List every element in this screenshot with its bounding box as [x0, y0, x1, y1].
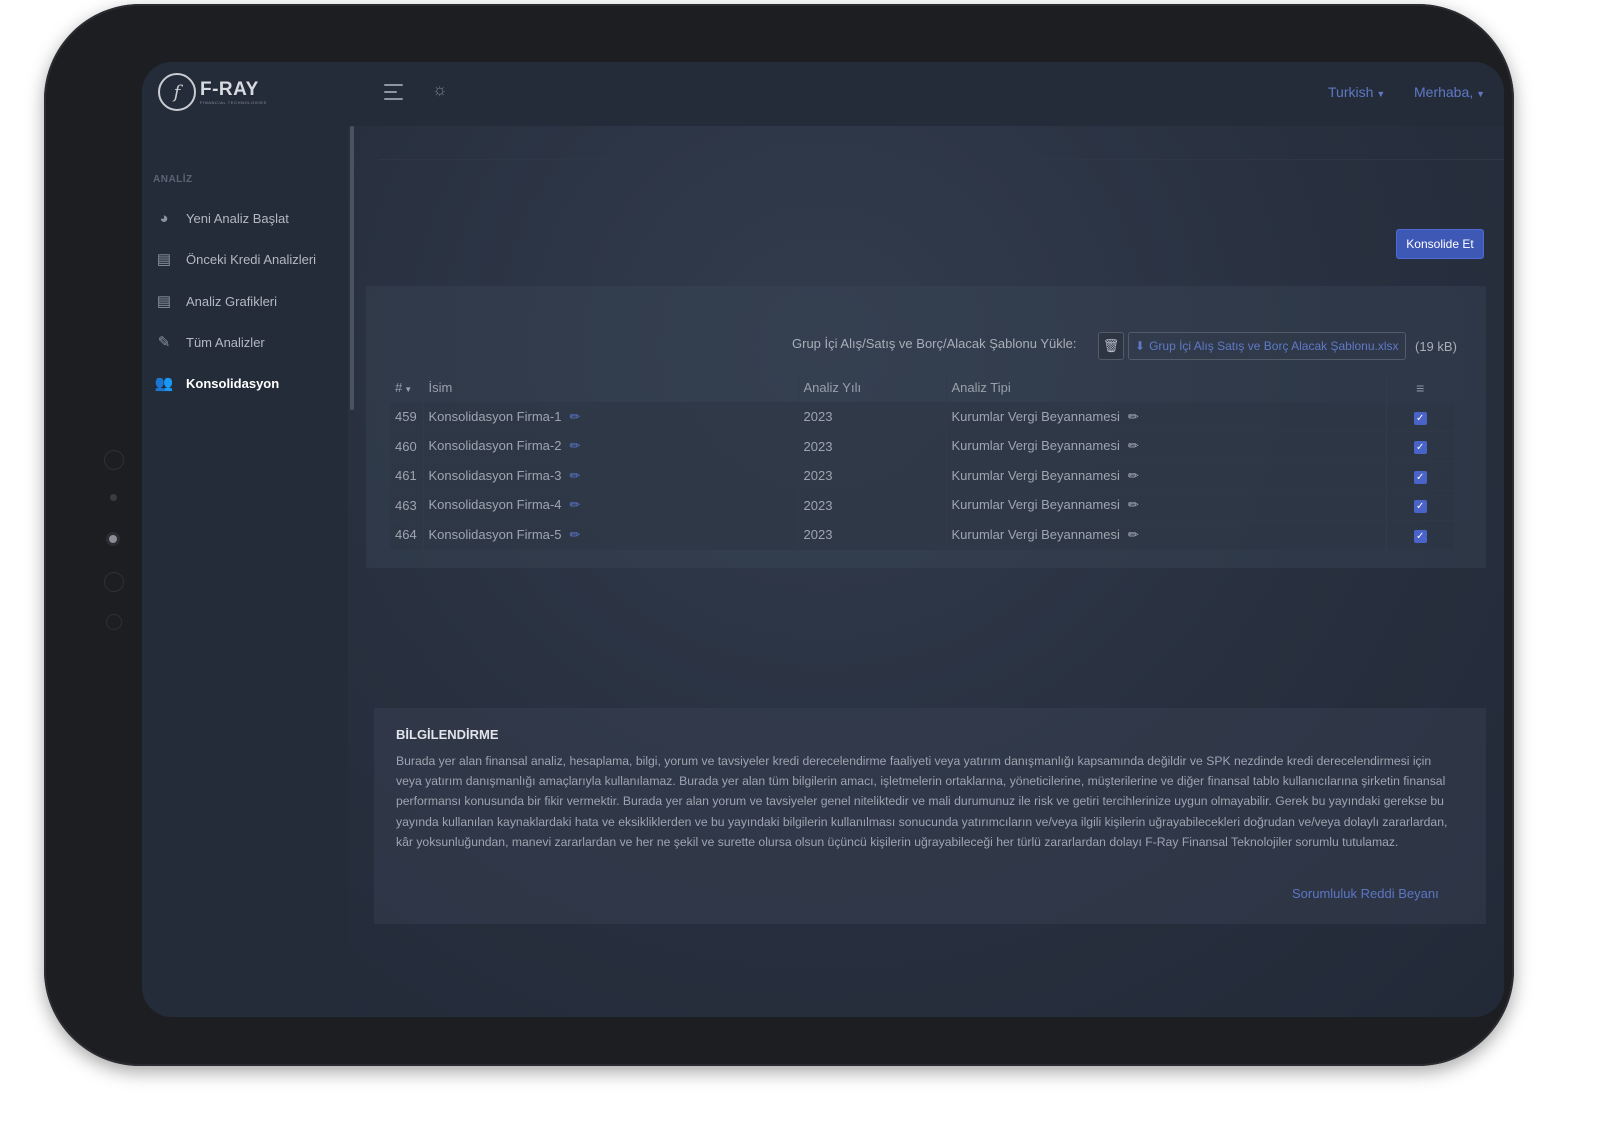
edit-pencil-icon[interactable]: ✏ — [1128, 409, 1139, 424]
row-name-cell: Konsolidasyon Firma-4 ✏ — [422, 490, 798, 521]
row-year: 2023 — [797, 520, 946, 550]
row-type-cell: Kurumlar Vergi Beyannamesi ✏ — [945, 431, 1386, 462]
column-header-type[interactable]: Analiz Tipi — [945, 374, 1386, 403]
divider — [378, 159, 1504, 160]
logo-emblem: f — [158, 73, 196, 111]
disclaimer-title: BİLGİLENDİRME — [396, 727, 499, 742]
user-menu-dropdown[interactable]: Merhaba, ▼ — [1414, 84, 1485, 100]
sidebar-scrollbar[interactable] — [350, 126, 354, 410]
sensor-ring — [104, 572, 124, 592]
top-bar: f F-RAY FINANCIAL TECHNOLOGIES ☼ Turkish… — [142, 62, 1504, 126]
sort-caret-icon: ▼ — [404, 385, 413, 395]
delete-file-button[interactable]: 🗑 — [1098, 332, 1124, 360]
columns-icon: ≡ — [1416, 379, 1425, 396]
row-year: 2023 — [797, 431, 946, 462]
row-name-cell: Konsolidasyon Firma-2 ✏ — [422, 431, 798, 462]
sensor-ring — [106, 614, 122, 630]
row-type-cell: Kurumlar Vergi Beyannamesi ✏ — [945, 402, 1386, 432]
table-row[interactable]: 460 Konsolidasyon Firma-2 ✏ 2023 Kurumlar… — [390, 431, 1454, 462]
logo-subtitle: FINANCIAL TECHNOLOGIES — [200, 99, 267, 105]
konsolide-et-button[interactable]: Konsolide Et — [1396, 229, 1484, 259]
row-name-cell: Konsolidasyon Firma-3 ✏ — [422, 461, 798, 491]
edit-pencil-icon[interactable]: ✏ — [1128, 468, 1139, 483]
row-id: 459 — [390, 402, 423, 432]
table-row[interactable]: 463 Konsolidasyon Firma-4 ✏ 2023 Kurumlar… — [390, 490, 1454, 521]
analysis-table: # ▼ İsim Analiz Yılı Analiz Tipi ≡ 459 Ko… — [390, 374, 1454, 550]
edit-pencil-icon[interactable]: ✏ — [569, 527, 580, 542]
logo[interactable]: f F-RAY FINANCIAL TECHNOLOGIES — [158, 73, 267, 111]
column-chooser[interactable]: ≡ — [1385, 374, 1454, 403]
disclaimer-box: BİLGİLENDİRME Burada yer alan finansal a… — [374, 708, 1486, 924]
template-file-link[interactable]: ⬇ Grup İçi Alış Satış ve Borç Alacak Şab… — [1128, 332, 1406, 360]
disclaimer-text: Burada yer alan finansal analiz, hesapla… — [396, 754, 1448, 849]
column-header-name[interactable]: İsim — [422, 374, 798, 403]
row-checkbox[interactable]: ✓ — [1413, 441, 1427, 455]
row-checkbox[interactable]: ✓ — [1413, 500, 1427, 514]
row-name-cell: Konsolidasyon Firma-5 ✏ — [422, 520, 798, 550]
table-row[interactable]: 459 Konsolidasyon Firma-1 ✏ 2023 Kurumlar… — [390, 402, 1454, 432]
row-id: 463 — [390, 490, 423, 521]
row-type-cell: Kurumlar Vergi Beyannamesi ✏ — [945, 520, 1386, 550]
row-id: 461 — [390, 461, 423, 491]
sidebar-item-yeni-analiz[interactable]: ◕ Yeni Analiz Başlat — [154, 209, 288, 227]
sensor-ring — [104, 450, 124, 470]
app-screen: f F-RAY FINANCIAL TECHNOLOGIES ☼ Turkish… — [142, 62, 1504, 1017]
chevron-down-icon: ▼ — [1376, 89, 1386, 99]
row-year: 2023 — [797, 402, 946, 432]
edit-pencil-icon[interactable]: ✏ — [1128, 438, 1139, 453]
row-checkbox[interactable]: ✓ — [1413, 411, 1427, 425]
row-type-cell: Kurumlar Vergi Beyannamesi ✏ — [945, 461, 1386, 491]
camera-lens — [106, 532, 120, 546]
trash-icon: 🗑 — [1102, 338, 1120, 353]
edit-pencil-icon[interactable]: ✏ — [1128, 497, 1139, 512]
sidebar-item-konsolidasyon[interactable]: 👥 Konsolidasyon — [154, 374, 280, 392]
logo-name: F-RAY — [200, 78, 259, 100]
row-checkbox[interactable]: ✓ — [1413, 470, 1427, 484]
table-row[interactable]: 461 Konsolidasyon Firma-3 ✏ 2023 Kurumlar… — [390, 461, 1454, 491]
sidebar-item-tum-analizler[interactable]: ✎ Tüm Analizler — [154, 333, 265, 351]
edit-pencil-icon[interactable]: ✏ — [569, 409, 580, 424]
sidebar-item-onceki-kredi[interactable]: ▤ Önceki Kredi Analizleri — [154, 250, 316, 268]
row-checkbox[interactable]: ✓ — [1413, 529, 1427, 543]
chevron-down-icon: ▼ — [1476, 89, 1486, 99]
file-size: (19 kB) — [1415, 339, 1457, 354]
column-header-year[interactable]: Analiz Yılı — [797, 374, 946, 403]
pie-chart-icon: ◕ — [159, 209, 169, 227]
row-id: 464 — [390, 520, 423, 550]
upload-label: Grup İçi Alış/Satış ve Borç/Alacak Şablo… — [792, 336, 1077, 351]
language-dropdown[interactable]: Turkish ▼ — [1328, 84, 1385, 100]
theme-toggle-icon[interactable]: ☼ — [432, 80, 448, 100]
disclaimer-link[interactable]: Sorumluluk Reddi Beyanı — [1292, 886, 1439, 901]
hamburger-menu-icon[interactable] — [384, 84, 403, 100]
document-icon: ▤ — [156, 251, 172, 268]
edit-document-icon: ✎ — [157, 334, 171, 351]
document-icon: ▤ — [156, 293, 172, 310]
edit-pencil-icon[interactable]: ✏ — [569, 497, 580, 512]
sidebar-heading: ANALİZ — [153, 174, 193, 185]
tablet-frame: f F-RAY FINANCIAL TECHNOLOGIES ☼ Turkish… — [44, 4, 1514, 1066]
edit-pencil-icon[interactable]: ✏ — [1128, 527, 1139, 542]
row-year: 2023 — [797, 461, 946, 491]
row-type-cell: Kurumlar Vergi Beyannamesi ✏ — [945, 490, 1386, 521]
row-name-cell: Konsolidasyon Firma-1 ✏ — [422, 402, 798, 432]
row-year: 2023 — [797, 490, 946, 521]
table-row[interactable]: 464 Konsolidasyon Firma-5 ✏ 2023 Kurumlar… — [390, 520, 1454, 550]
edit-pencil-icon[interactable]: ✏ — [569, 468, 580, 483]
download-icon: ⬇ — [1135, 339, 1146, 353]
sensor-dot — [110, 494, 117, 501]
edit-pencil-icon[interactable]: ✏ — [569, 438, 580, 453]
users-icon: 👥 — [154, 375, 174, 392]
sidebar-item-analiz-grafikleri[interactable]: ▤ Analiz Grafikleri — [154, 292, 277, 310]
column-header-id[interactable]: # ▼ — [390, 374, 423, 403]
table-header-row: # ▼ İsim Analiz Yılı Analiz Tipi ≡ — [390, 374, 1454, 403]
row-id: 460 — [390, 431, 423, 462]
